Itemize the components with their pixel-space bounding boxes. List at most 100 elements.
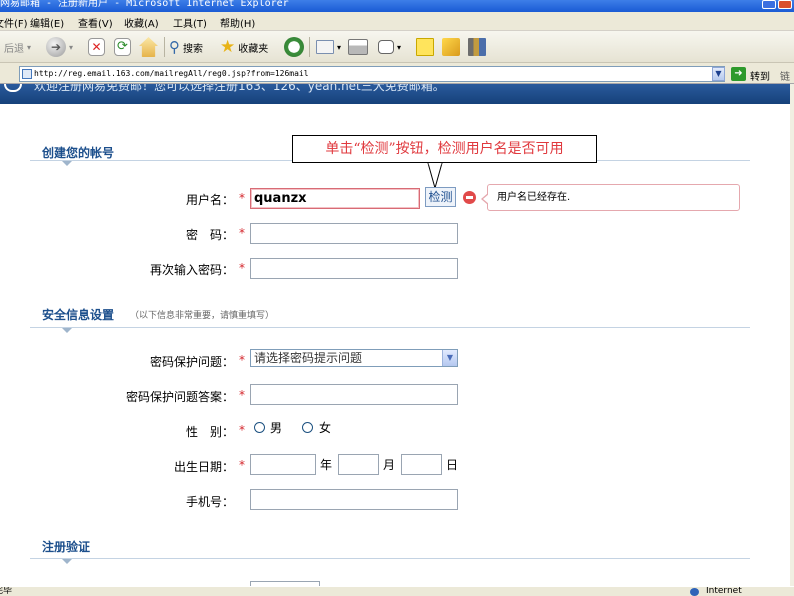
section-arrow-icon <box>62 328 72 333</box>
password-label: 密 码： <box>185 228 234 242</box>
page-icon <box>22 69 32 79</box>
print-button[interactable] <box>348 36 368 58</box>
confirm-password-input[interactable] <box>250 258 458 279</box>
home-icon <box>139 37 158 57</box>
forward-dropdown-icon: ▾ <box>69 42 74 52</box>
security-answer-input[interactable] <box>250 384 458 405</box>
month-unit-label: 月 <box>383 458 396 472</box>
username-label: 用户名： <box>185 193 234 207</box>
security-question-select[interactable]: 请选择密码提示问题 ▼ <box>250 349 458 367</box>
instruction-callout: 单击“检测”按钮，检测用户名是否可用 <box>292 135 597 163</box>
address-bar: http://reg.email.163.com/mailregAll/reg0… <box>0 63 794 84</box>
menu-favorites[interactable]: 收藏(A) <box>124 15 159 30</box>
window-title-bar: 网易邮箱 - 注册新用户 - Microsoft Internet Explor… <box>0 0 794 12</box>
gender-female-label[interactable]: 女 <box>319 419 331 436</box>
required-mark: * <box>239 423 245 437</box>
password-input[interactable] <box>250 223 458 244</box>
status-bar: 完毕 Internet <box>0 586 794 596</box>
window-title: 网易邮箱 - 注册新用户 - Microsoft Internet Explor… <box>0 0 289 9</box>
go-label[interactable]: 转到 <box>750 68 770 83</box>
username-error-text: 用户名已经存在. <box>497 192 571 203</box>
account-section-title: 创建您的帐号 <box>42 146 115 160</box>
refresh-icon: ⟳ <box>114 38 131 56</box>
edit-icon <box>378 40 394 54</box>
status-text: 完毕 <box>0 586 13 596</box>
toolbar-separator <box>309 37 310 57</box>
menu-tools[interactable]: 工具(T) <box>173 15 207 30</box>
search-button[interactable]: ⚲ 搜索 <box>169 36 203 58</box>
star-icon: ★ <box>220 37 236 57</box>
security-answer-label: 密码保护问题答案： <box>125 390 234 404</box>
refresh-button[interactable]: ⟳ <box>114 36 131 58</box>
history-button[interactable] <box>284 36 304 58</box>
messenger-button[interactable] <box>442 36 460 58</box>
gender-male-label[interactable]: 男 <box>270 419 282 436</box>
confirm-password-label: 再次输入密码： <box>149 263 234 277</box>
home-button[interactable] <box>139 36 158 58</box>
required-mark: * <box>239 353 245 367</box>
go-arrow-icon: ➜ <box>734 68 743 79</box>
birth-month-input[interactable] <box>338 454 379 475</box>
stop-button[interactable]: ✕ <box>88 36 105 58</box>
menu-edit[interactable]: 编辑(E) <box>30 15 64 30</box>
address-input[interactable]: http://reg.email.163.com/mailregAll/reg0… <box>19 66 725 82</box>
security-question-value: 请选择密码提示问题 <box>254 351 363 365</box>
go-button[interactable]: ➜ <box>731 67 746 81</box>
edit-dropdown-icon: ▾ <box>397 42 402 52</box>
back-button[interactable]: 后退 ▾ <box>4 36 31 58</box>
address-dropdown-button[interactable]: ▼ <box>712 67 725 81</box>
close-button[interactable] <box>778 0 792 9</box>
search-label: 搜索 <box>183 43 203 55</box>
mail-icon <box>316 40 334 54</box>
page-content: 欢迎注册网易免费邮！您可以选择注册163、126、yeah.net三大免费邮箱。… <box>0 84 794 586</box>
menu-help[interactable]: 帮助(H) <box>220 15 255 30</box>
welcome-banner: 欢迎注册网易免费邮！您可以选择注册163、126、yeah.net三大免费邮箱。 <box>0 84 790 104</box>
section-arrow-icon <box>62 559 72 564</box>
favorites-label: 收藏夹 <box>238 43 269 55</box>
birth-day-input[interactable] <box>401 454 442 475</box>
security-section-note: （以下信息非常重要，请慎重填写） <box>130 311 275 321</box>
required-mark: * <box>239 388 245 402</box>
required-mark: * <box>239 458 245 472</box>
maximize-button[interactable] <box>762 0 776 9</box>
gender-label: 性 别： <box>185 425 234 439</box>
menu-view[interactable]: 查看(V) <box>78 15 113 30</box>
edit-button[interactable]: ▾ <box>378 36 401 58</box>
toolbar: 后退 ▾ ➔ ▾ ✕ ⟳ ⚲ 搜索 ★ 收藏夹 ▾ ▾ <box>0 31 794 63</box>
phone-label: 手机号： <box>185 495 234 509</box>
favorites-button[interactable]: ★ 收藏夹 <box>220 36 268 58</box>
research-button[interactable] <box>468 36 486 58</box>
back-dropdown-icon: ▾ <box>27 42 32 52</box>
address-url: http://reg.email.163.com/mailregAll/reg0… <box>34 69 309 78</box>
chevron-down-icon[interactable]: ▼ <box>442 350 457 366</box>
menu-file[interactable]: 文件(F) <box>0 15 28 30</box>
gender-female-radio[interactable] <box>302 422 313 433</box>
mail-dropdown-icon: ▾ <box>337 42 342 52</box>
history-icon <box>284 37 304 57</box>
section-divider <box>30 558 750 559</box>
banner-text: 欢迎注册网易免费邮！您可以选择注册163、126、yeah.net三大免费邮箱。 <box>34 84 445 93</box>
globe-icon <box>690 588 699 596</box>
section-arrow-icon <box>62 161 72 166</box>
printer-icon <box>348 39 368 55</box>
vertical-scrollbar[interactable] <box>790 84 794 586</box>
forward-button[interactable]: ➔ ▾ <box>46 36 73 58</box>
chevron-down-icon: ▼ <box>715 69 722 78</box>
check-username-button[interactable]: 检测 <box>425 187 456 207</box>
security-zone-label: Internet <box>706 586 742 596</box>
callout-pointer <box>427 163 443 189</box>
phone-input[interactable] <box>250 489 458 510</box>
error-icon <box>463 191 476 204</box>
discuss-button[interactable] <box>416 36 434 58</box>
username-error-tooltip: 用户名已经存在. <box>481 184 740 211</box>
messenger-icon <box>442 38 460 56</box>
menu-bar: 文件(F) 编辑(E) 查看(V) 收藏(A) 工具(T) 帮助(H) <box>0 12 794 31</box>
mail-button[interactable]: ▾ <box>316 36 341 58</box>
year-unit-label: 年 <box>320 458 333 472</box>
username-input[interactable] <box>250 188 420 209</box>
links-label[interactable]: 链 <box>780 68 790 83</box>
verify-section-title: 注册验证 <box>42 540 91 554</box>
note-icon <box>416 38 434 56</box>
birth-year-input[interactable] <box>250 454 316 475</box>
gender-male-radio[interactable] <box>254 422 265 433</box>
